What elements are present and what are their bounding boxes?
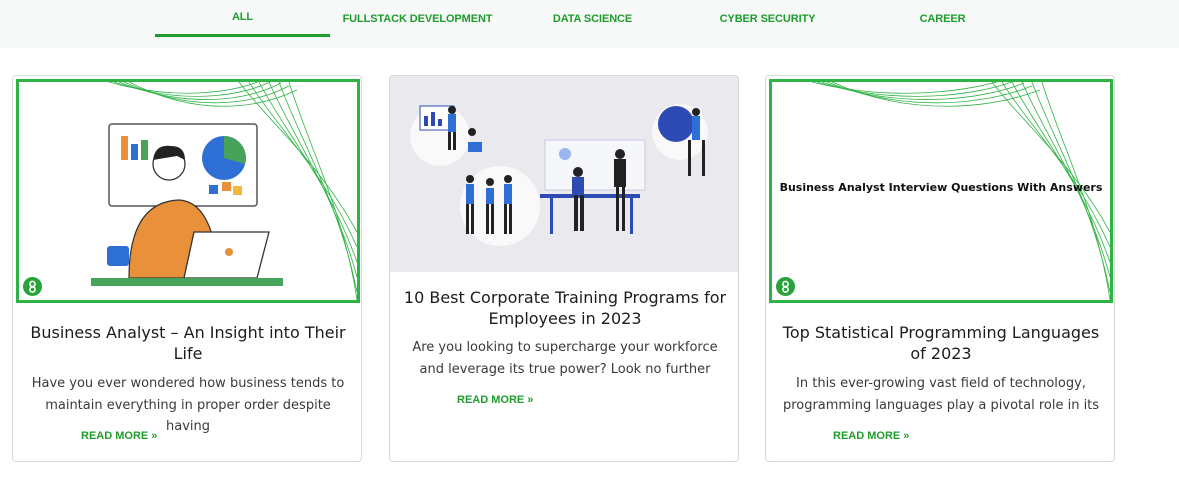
- business-analyst-illustration-icon: [91, 82, 357, 300]
- blog-card-title[interactable]: Business Analyst – An Insight into Their…: [23, 322, 353, 364]
- read-more-link[interactable]: READ MORE »: [457, 394, 533, 406]
- blog-card-excerpt: Are you looking to supercharge your work…: [412, 340, 718, 377]
- blog-card[interactable]: 10 Best Corporate Training Programs for …: [389, 75, 739, 462]
- tab-data-science[interactable]: DATA SCIENCE: [540, 0, 645, 38]
- blog-card-excerpt: Have you ever wondered how business tend…: [31, 376, 345, 434]
- read-more-link[interactable]: READ MORE »: [833, 430, 909, 442]
- read-more-link[interactable]: READ MORE »: [81, 430, 157, 442]
- blog-card-title[interactable]: Top Statistical Programming Languages of…: [776, 322, 1106, 364]
- blog-card-image[interactable]: Business Analyst Interview Questions Wit…: [769, 79, 1113, 303]
- tab-all[interactable]: ALL: [155, 0, 330, 37]
- corporate-training-illustration-icon: [410, 104, 708, 246]
- tab-fullstack-development[interactable]: FULLSTACK DEVELOPMENT: [335, 0, 500, 38]
- brand-logo-badge: [23, 277, 42, 296]
- category-tab-bar: ALL FULLSTACK DEVELOPMENT DATA SCIENCE C…: [0, 0, 1179, 48]
- blog-card[interactable]: Business Analyst Interview Questions Wit…: [765, 75, 1115, 462]
- blog-card-excerpt: In this ever-growing vast field of techn…: [782, 376, 1100, 413]
- image-caption: Business Analyst Interview Questions Wit…: [779, 181, 1103, 194]
- blog-card[interactable]: Business Analyst – An Insight into Their…: [12, 75, 362, 462]
- brand-logo-badge: [776, 277, 795, 296]
- blog-card-title[interactable]: 10 Best Corporate Training Programs for …: [400, 287, 730, 329]
- blog-card-image[interactable]: [16, 79, 360, 303]
- blog-card-image[interactable]: [390, 76, 738, 272]
- tab-career[interactable]: CAREER: [905, 0, 980, 38]
- tab-cyber-security[interactable]: CYBER SECURITY: [705, 0, 830, 38]
